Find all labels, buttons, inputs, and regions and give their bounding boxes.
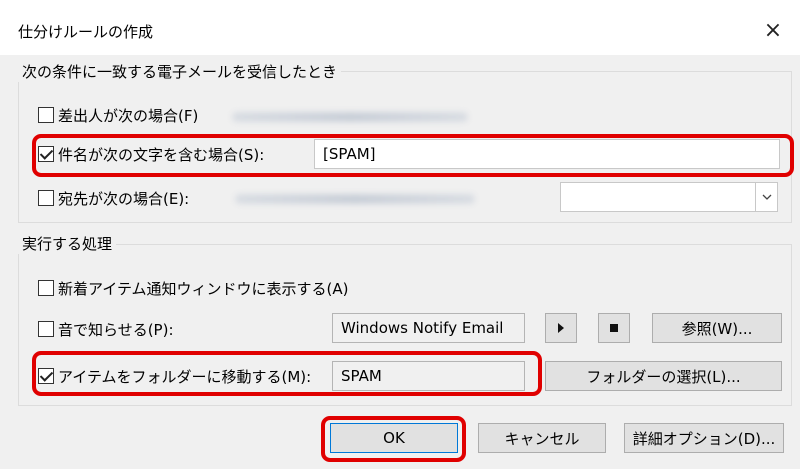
sound-label: 音で知らせる(P): <box>58 320 174 339</box>
sound-action-row[interactable]: 音で知らせる(P): <box>38 317 174 341</box>
subject-text-field[interactable]: [SPAM] <box>314 139 780 169</box>
alert-checkbox[interactable] <box>38 280 54 296</box>
to-label: 宛先が次の場合(E): <box>58 189 190 208</box>
close-icon[interactable]: × <box>756 14 790 48</box>
move-checkbox[interactable] <box>38 368 54 384</box>
actions-group-label: 実行する処理 <box>18 233 117 254</box>
dialog-body: 次の条件に一致する電子メールを受信したとき 差出人が次の場合(F) 件名が次の文… <box>0 55 800 469</box>
advanced-options-button[interactable]: 詳細オプション(D)... <box>624 423 784 453</box>
chevron-down-icon[interactable] <box>755 183 777 211</box>
title-bar: 仕分けルールの作成 × <box>0 0 800 60</box>
ok-button[interactable]: OK <box>330 423 458 453</box>
play-sound-button[interactable] <box>545 313 577 343</box>
to-address-redacted <box>235 194 475 204</box>
move-label: アイテムをフォルダーに移動する(M): <box>58 367 312 386</box>
create-rule-dialog: 仕分けルールの作成 × 次の条件に一致する電子メールを受信したとき 差出人が次の… <box>0 0 800 469</box>
to-dropdown[interactable] <box>560 182 778 212</box>
stop-icon <box>610 324 618 332</box>
stop-sound-button[interactable] <box>598 313 630 343</box>
to-checkbox[interactable] <box>38 190 54 206</box>
cancel-button[interactable]: キャンセル <box>478 423 606 453</box>
dialog-title: 仕分けルールの作成 <box>18 23 154 41</box>
sound-checkbox[interactable] <box>38 321 54 337</box>
to-condition-row[interactable]: 宛先が次の場合(E): <box>38 186 189 210</box>
subject-condition-row[interactable]: 件名が次の文字を含む場合(S): <box>38 142 264 166</box>
move-action-row[interactable]: アイテムをフォルダーに移動する(M): <box>38 364 311 388</box>
select-folder-button[interactable]: フォルダーの選択(L)... <box>545 361 782 391</box>
alert-action-row[interactable]: 新着アイテム通知ウィンドウに表示する(A) <box>38 276 348 300</box>
conditions-group-label: 次の条件に一致する電子メールを受信したとき <box>18 61 342 82</box>
from-condition-row[interactable]: 差出人が次の場合(F) <box>38 103 198 127</box>
subject-checkbox[interactable] <box>38 146 54 162</box>
play-icon <box>558 323 564 333</box>
alert-label: 新着アイテム通知ウィンドウに表示する(A) <box>58 279 349 298</box>
subject-label: 件名が次の文字を含む場合(S): <box>58 145 265 164</box>
browse-button[interactable]: 参照(W)... <box>652 313 782 343</box>
from-address-redacted <box>232 112 468 122</box>
move-folder-field: SPAM <box>332 361 525 391</box>
from-checkbox[interactable] <box>38 107 54 123</box>
from-label: 差出人が次の場合(F) <box>58 106 199 125</box>
sound-file-field[interactable]: Windows Notify Email <box>332 313 525 343</box>
